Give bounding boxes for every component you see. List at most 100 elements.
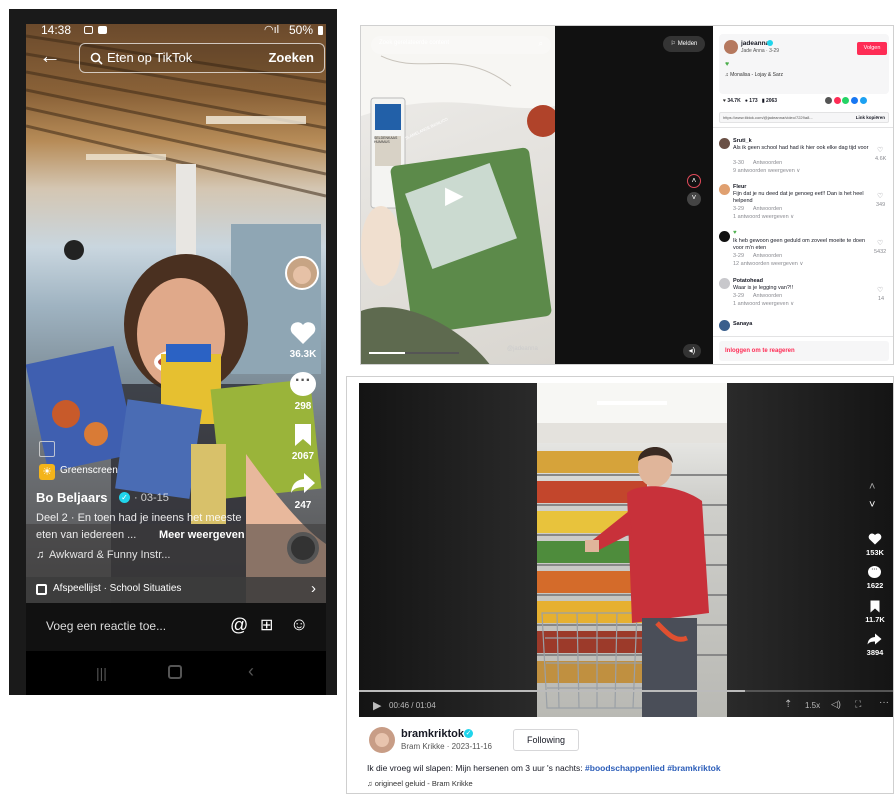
author-name[interactable]: Bo Beljaars [36, 490, 108, 505]
comment-meta[interactable]: 3-29 Antwoorden [733, 206, 782, 213]
search-bar[interactable]: Eten op TikTok Zoeken [79, 43, 325, 73]
volume-icon[interactable]: ◁) [831, 699, 841, 710]
play-icon[interactable]: ▶ [445, 183, 471, 209]
comment-icon[interactable]: ● [745, 98, 748, 104]
share-arrow-icon[interactable] [867, 633, 882, 645]
play-icon[interactable]: ▶ [373, 699, 381, 712]
commenter-avatar[interactable] [719, 138, 730, 149]
twitter-icon[interactable] [859, 97, 867, 104]
gift-icon[interactable]: ⊞ [260, 615, 273, 635]
heart-icon[interactable]: ♥ [723, 98, 726, 104]
video-search-input[interactable]: Zoek gerelateerde content [379, 40, 449, 46]
like-heart-icon[interactable]: ♡ [877, 240, 883, 249]
music-title[interactable]: ♫ Monalisa - Lojay & Sarz [725, 72, 783, 78]
comment-item: Sruti_k Als ik geen school had had ik hi… [719, 138, 889, 182]
see-more-link[interactable]: Meer weergeven [159, 529, 245, 541]
fullscreen-icon[interactable]: ⛶ [855, 699, 861, 710]
bookmark-icon[interactable] [294, 423, 312, 447]
music-name: origineel geluid - Bram Krikke [374, 779, 473, 788]
next-video-icon[interactable]: ˅ [869, 499, 875, 511]
embed-icon[interactable] [825, 97, 832, 104]
video-player[interactable]: SLAMELANGE BASILICO SELDENKAAS HUMMUS Zo… [361, 26, 713, 364]
playlist-bar[interactable]: Afspeellijst · School Situaties › [26, 577, 326, 603]
video-search-bar[interactable]: Zoek gerelateerde content ⌕ [371, 36, 551, 54]
volume-icon[interactable]: ◂) [683, 344, 701, 358]
search-query[interactable]: Eten op TikTok [107, 50, 192, 65]
whatsapp-icon[interactable] [842, 97, 850, 104]
recent-apps-icon[interactable]: ||| [96, 665, 107, 681]
comment-icon[interactable]: ··· [868, 566, 881, 578]
commenter-name[interactable]: Potatohead [733, 278, 763, 285]
following-button[interactable]: Following [513, 729, 579, 751]
music-title[interactable]: ♫ origineel geluid - Bram Krikke [367, 779, 473, 788]
author-avatar[interactable] [724, 40, 738, 54]
search-button[interactable]: Zoeken [268, 50, 314, 65]
comment-text: Ik heb gewoon geen geduld om zoveel moei… [733, 238, 866, 251]
like-count: 153K [866, 548, 884, 557]
commenter-avatar[interactable] [719, 278, 730, 289]
save-count: 2067 [291, 451, 315, 462]
back-icon[interactable]: ‹ [248, 661, 254, 682]
video-progress-track[interactable] [359, 690, 893, 692]
comment-icon[interactable]: ··· [290, 372, 316, 396]
video-link[interactable]: https://www.tiktok.com/@jadeanna/video/7… [723, 115, 843, 120]
commenter-avatar[interactable] [719, 231, 730, 242]
playback-speed[interactable]: 1.5x [805, 701, 820, 710]
battery-level: 50% [289, 23, 314, 37]
like-heart-icon[interactable]: ♡ [877, 287, 883, 296]
like-heart-icon[interactable]: ♡ [877, 193, 883, 202]
comment-meta[interactable]: 3-30 Antwoorden [733, 160, 782, 167]
video-frame [537, 383, 727, 717]
author-handle[interactable]: bramkriktok [401, 728, 464, 740]
creator-avatar[interactable] [285, 256, 319, 290]
search-icon[interactable]: ⌕ [539, 39, 543, 49]
effect-label[interactable]: Greenscreen [60, 465, 118, 476]
follow-button[interactable]: Volgen [857, 42, 887, 55]
comment-input[interactable]: Voeg een reactie toe... [46, 619, 166, 633]
friends-icon[interactable] [833, 97, 841, 104]
author-handle[interactable]: jadeanna [741, 40, 769, 47]
verified-badge-icon [767, 40, 773, 46]
video-player[interactable]: ˄ ˅ 153K ··· 1622 11.7K 3894 ▶ 00:46 / 0… [359, 383, 893, 717]
report-button[interactable]: ⚐ Melden [663, 36, 705, 52]
commenter-avatar[interactable] [719, 184, 730, 195]
comment-count: 1622 [866, 581, 884, 590]
hashtags[interactable]: #boodschappenlied #bramkriktok [585, 763, 721, 773]
author-avatar[interactable] [369, 727, 395, 753]
share-arrow-icon[interactable] [290, 472, 316, 494]
mention-icon[interactable]: @ [230, 615, 248, 636]
commenter-name[interactable]: Sanaya [733, 321, 752, 328]
home-icon[interactable] [168, 665, 182, 679]
emoji-icon[interactable]: ☺ [290, 614, 308, 635]
bookmark-icon[interactable]: ▮ [762, 98, 765, 104]
facebook-icon[interactable] [851, 97, 859, 104]
music-disc-icon[interactable] [287, 532, 319, 564]
previous-video-button[interactable]: ˄ [687, 174, 701, 188]
view-replies[interactable]: 1 antwoord weergeven ∨ [733, 301, 794, 308]
next-video-button[interactable]: ˅ [687, 192, 701, 206]
comment-meta[interactable]: 3-29 Antwoorden [733, 293, 782, 300]
view-replies[interactable]: 9 antwoorden weergeven ∨ [733, 168, 800, 175]
video-progress-fill [359, 690, 745, 692]
commenter-name[interactable]: Sruti_k [733, 138, 752, 145]
verified-badge-icon: ✓ [119, 492, 130, 503]
copy-link-button[interactable]: Link kopiëren [856, 115, 885, 120]
like-heart-icon[interactable]: ♡ [877, 147, 883, 156]
like-heart-icon[interactable] [868, 533, 882, 545]
commenter-name[interactable]: Fleur [733, 184, 746, 191]
view-replies[interactable]: 1 antwoord weergeven ∨ [733, 214, 794, 221]
music-title[interactable]: Awkward & Funny Instr... [49, 549, 170, 561]
commenter-avatar[interactable] [719, 320, 730, 331]
bookmark-icon[interactable] [870, 600, 880, 613]
previous-video-icon[interactable]: ˄ [869, 481, 875, 493]
autoscroll-icon[interactable]: ⇡ [784, 699, 792, 710]
back-arrow-icon[interactable]: ← [39, 45, 61, 67]
video-progress-track[interactable] [369, 352, 459, 354]
like-heart-icon[interactable] [289, 321, 317, 345]
comment-meta[interactable]: 3-29 Antwoorden [733, 253, 782, 260]
comment-like-count: 4.6K [875, 156, 887, 162]
video-progress-fill [369, 352, 405, 354]
login-to-comment[interactable]: Inloggen om te reageren [719, 341, 889, 361]
view-replies[interactable]: 12 antwoorden weergeven ∨ [733, 261, 803, 268]
more-options-icon[interactable]: ··· [879, 697, 889, 708]
